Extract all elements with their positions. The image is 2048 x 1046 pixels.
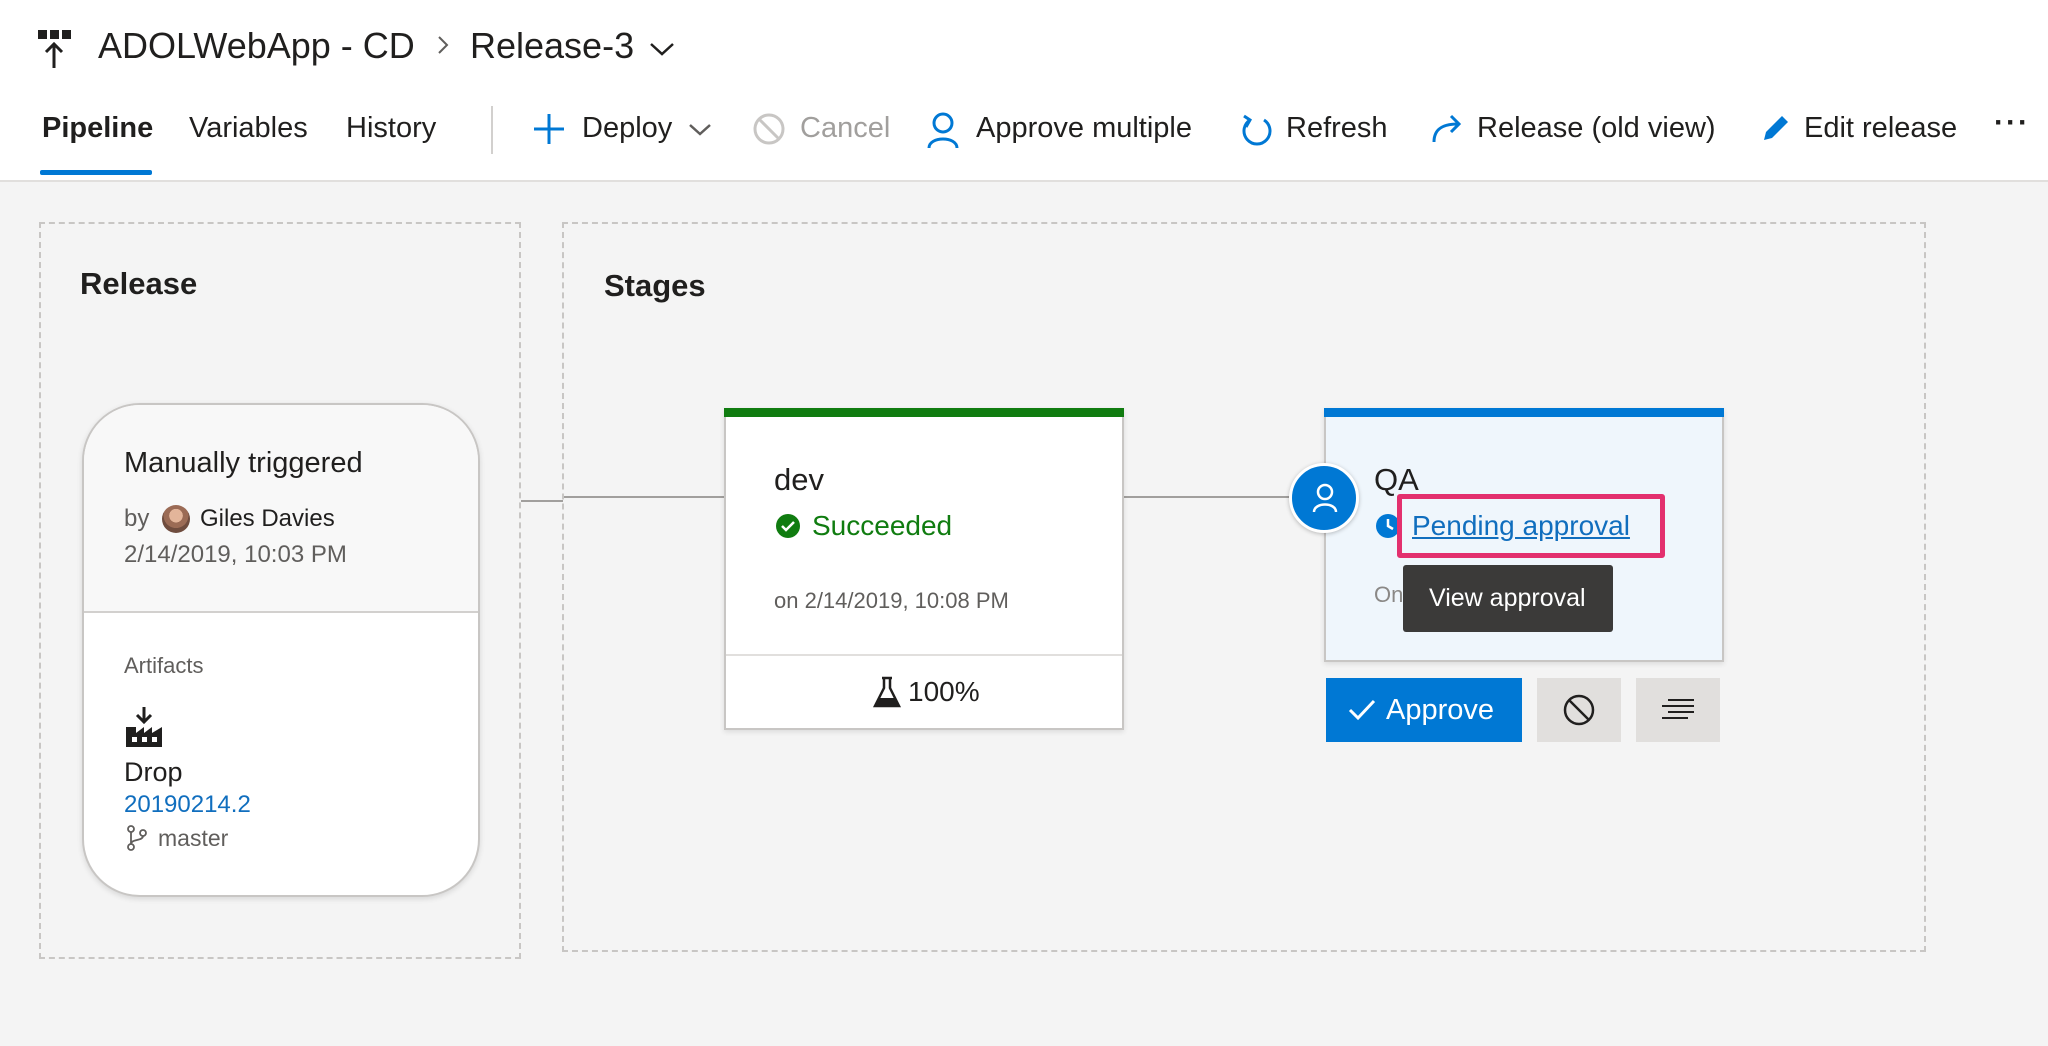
pencil-icon bbox=[1764, 116, 1788, 140]
stage-status-bar bbox=[724, 408, 1124, 417]
active-tab-indicator bbox=[40, 170, 152, 175]
approve-multiple-label: Approve multiple bbox=[976, 112, 1192, 144]
tooltip-text: View approval bbox=[1429, 584, 1586, 612]
tab-pipeline[interactable]: Pipeline bbox=[42, 112, 153, 145]
reject-button[interactable] bbox=[1537, 678, 1621, 742]
cancel-icon bbox=[1563, 694, 1595, 726]
stage-name: dev bbox=[774, 462, 824, 497]
more-icon: ··· bbox=[1994, 106, 2030, 139]
flask-icon bbox=[872, 676, 902, 708]
approve-multiple-button[interactable]: Approve multiple bbox=[926, 108, 1196, 152]
stage-name: QA bbox=[1374, 462, 1419, 497]
view-logs-button[interactable] bbox=[1636, 678, 1720, 742]
deploy-button[interactable]: Deploy bbox=[530, 108, 715, 152]
tab-variables[interactable]: Variables bbox=[189, 112, 308, 145]
refresh-button[interactable]: Refresh bbox=[1240, 108, 1390, 152]
more-options-button[interactable]: ··· bbox=[1994, 106, 2034, 152]
release-section-title: Release bbox=[80, 266, 198, 301]
release-card[interactable]: Manually triggered by Giles Davies 2/14/… bbox=[82, 403, 480, 897]
approve-button[interactable]: Approve bbox=[1326, 678, 1522, 742]
refresh-label: Refresh bbox=[1286, 112, 1388, 144]
stage-status: Succeeded bbox=[812, 510, 953, 541]
stages-section-title: Stages bbox=[604, 268, 706, 303]
artifact-name: Drop bbox=[124, 757, 183, 787]
top-bar: ADOLWebApp - CD Release-3 Pipeline Varia… bbox=[0, 0, 2048, 182]
stage-divider bbox=[726, 654, 1122, 656]
checkmark-icon bbox=[1348, 699, 1376, 721]
trigger-text: Manually triggered bbox=[124, 447, 363, 479]
release-old-view-label: Release (old view) bbox=[1477, 112, 1716, 144]
artifact-version-link[interactable]: 20190214.2 bbox=[124, 791, 251, 819]
cancel-button[interactable]: Cancel bbox=[750, 108, 890, 152]
release-old-view-button[interactable]: Release (old view) bbox=[1430, 108, 1716, 152]
edit-release-label: Edit release bbox=[1804, 112, 1958, 144]
chevron-down-icon[interactable] bbox=[648, 40, 676, 58]
logs-icon bbox=[1662, 699, 1694, 719]
breadcrumb-chevron-icon bbox=[438, 36, 449, 54]
cancel-label: Cancel bbox=[800, 112, 891, 144]
pending-approval-highlight bbox=[1397, 494, 1665, 558]
avatar bbox=[162, 505, 190, 533]
person-icon bbox=[927, 112, 959, 149]
stage-status-bar bbox=[1324, 408, 1724, 417]
edit-release-button[interactable]: Edit release bbox=[1758, 108, 1958, 152]
release-pipeline-icon bbox=[38, 30, 71, 68]
stage-card-dev[interactable]: dev Succeeded on 2/14/2019, 10:08 PM 100… bbox=[724, 408, 1124, 730]
plus-icon bbox=[534, 114, 564, 144]
stage-date: On bbox=[1374, 582, 1404, 607]
check-circle-icon bbox=[776, 514, 800, 538]
release-trigger-area: Manually triggered by Giles Davies 2/14/… bbox=[84, 405, 478, 613]
branch-icon bbox=[127, 825, 147, 851]
artifacts-label: Artifacts bbox=[124, 653, 204, 678]
release-name-breadcrumb[interactable]: Release-3 bbox=[470, 25, 634, 67]
deploy-label: Deploy bbox=[582, 112, 673, 144]
by-label: by bbox=[124, 505, 150, 532]
redo-arrow-icon bbox=[1432, 114, 1462, 143]
stage-date: on 2/14/2019, 10:08 PM bbox=[774, 588, 1009, 613]
toolbar-divider bbox=[491, 106, 493, 154]
view-approval-tooltip: View approval bbox=[1403, 565, 1613, 632]
release-connector bbox=[521, 500, 563, 502]
pipeline-name-breadcrumb[interactable]: ADOLWebApp - CD bbox=[98, 25, 415, 67]
person-icon bbox=[1312, 483, 1338, 513]
test-pass-rate[interactable]: 100% bbox=[908, 676, 980, 708]
branch-name: master bbox=[158, 825, 229, 851]
trigger-date: 2/14/2019, 10:03 PM bbox=[124, 541, 347, 568]
chevron-down-icon bbox=[689, 124, 711, 136]
pre-deployment-approver-button[interactable] bbox=[1289, 463, 1359, 533]
approve-label: Approve bbox=[1386, 694, 1495, 726]
artifact-build-icon bbox=[126, 707, 162, 747]
cancel-icon bbox=[753, 113, 785, 145]
user-name[interactable]: Giles Davies bbox=[200, 505, 335, 533]
refresh-icon bbox=[1242, 114, 1272, 146]
tab-history[interactable]: History bbox=[346, 112, 436, 145]
